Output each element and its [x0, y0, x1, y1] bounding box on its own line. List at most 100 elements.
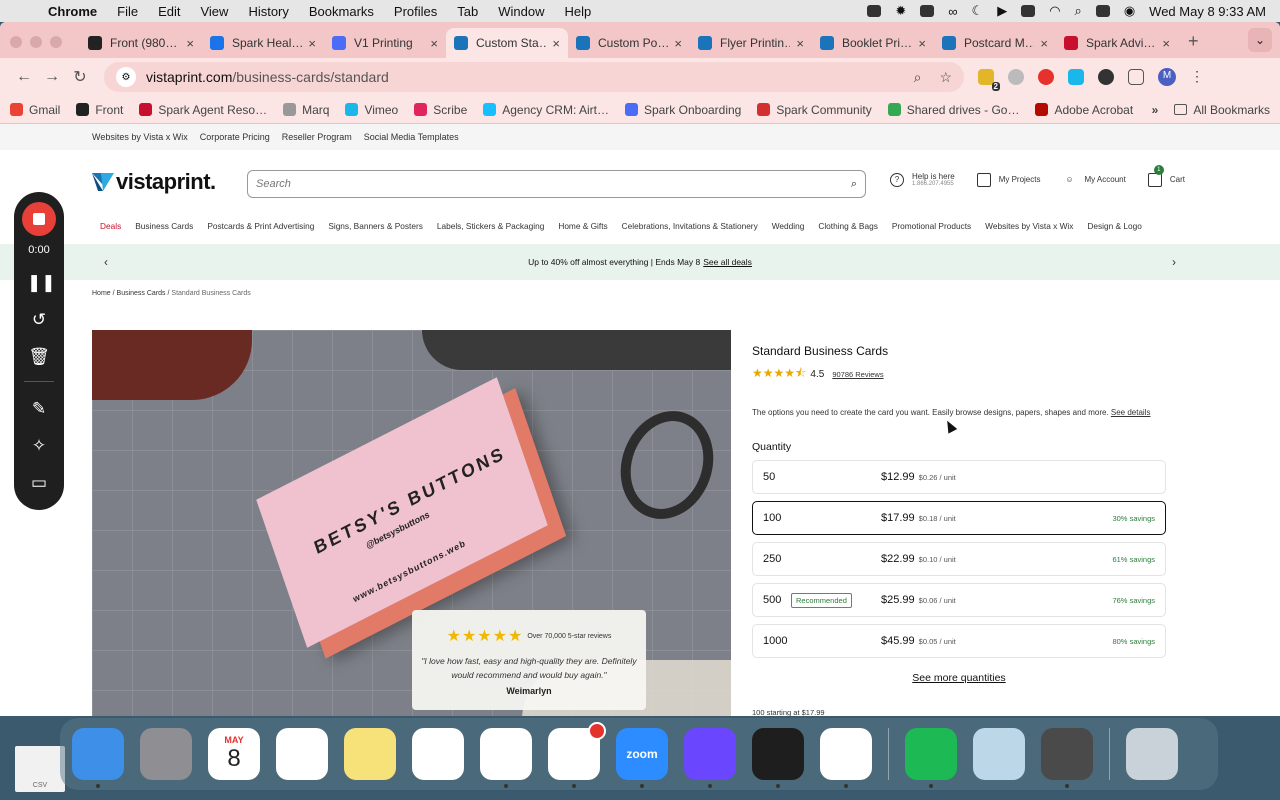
bookmark-item[interactable]: Shared drives - Go…	[887, 103, 1019, 117]
chrome-icon[interactable]	[480, 728, 532, 788]
tab-close-icon[interactable]: ×	[186, 36, 194, 51]
my-projects-link[interactable]: My Projects	[976, 172, 1040, 187]
browser-tab[interactable]: Front (980… ×	[80, 28, 202, 58]
desktop-csv-file[interactable]: CSV	[15, 746, 65, 792]
siri-icon[interactable]: ◉	[1124, 3, 1135, 19]
sparkle-effects-icon[interactable]: ✧	[27, 436, 51, 456]
status-app-icon[interactable]	[867, 5, 882, 17]
gear-status-icon[interactable]: ✹	[895, 3, 906, 19]
cart-link[interactable]: 1 Cart	[1147, 164, 1185, 187]
see-all-deals-link[interactable]: See all deals	[703, 257, 752, 267]
extension-dark-icon[interactable]	[1098, 69, 1114, 85]
reviews-link[interactable]: 90786 Reviews	[832, 370, 883, 379]
bookmark-item[interactable]: Agency CRM: Airt…	[483, 103, 609, 117]
calendar-icon[interactable]: MAY 8	[208, 728, 260, 780]
tab-close-icon[interactable]: ×	[796, 36, 804, 51]
see-more-quantities-link[interactable]: See more quantities	[752, 672, 1166, 684]
extension-grey-icon[interactable]	[1008, 69, 1024, 85]
new-tab-button[interactable]: +	[1188, 31, 1199, 52]
search-input[interactable]: Search ⌕	[247, 170, 866, 198]
pen-icon[interactable]: ✎	[27, 399, 51, 419]
quantity-option[interactable]: 1000 $45.99 $0.05 / unit 80% savings	[752, 624, 1166, 658]
category-nav-item[interactable]: Design & Logo	[1087, 221, 1141, 231]
category-nav-item[interactable]: Clothing & Bags	[818, 221, 878, 231]
menu-history[interactable]: History	[248, 4, 288, 19]
menu-clock[interactable]: Wed May 8 9:33 AM	[1149, 4, 1266, 19]
category-nav-item[interactable]: Websites by Vista x Wix	[985, 221, 1073, 231]
quantity-option[interactable]: 100 $17.99 $0.18 / unit 30% savings	[752, 501, 1166, 535]
tab-close-icon[interactable]: ×	[430, 36, 438, 51]
chrome-menu-icon[interactable]: ⋮	[1190, 69, 1204, 85]
menu-help[interactable]: Help	[565, 4, 592, 19]
browser-tab[interactable]: Flyer Printin… ×	[690, 28, 812, 58]
minimize-window-button[interactable]	[30, 36, 42, 48]
camera-icon[interactable]: ▭	[27, 473, 51, 493]
trash-icon[interactable]	[1126, 728, 1178, 780]
category-nav-item[interactable]: Postcards & Print Advertising	[207, 221, 314, 231]
tab-close-icon[interactable]: ×	[918, 36, 926, 51]
tab-search-chevron-icon[interactable]: ⌄	[1248, 28, 1272, 52]
category-nav-item[interactable]: Celebrations, Invitations & Stationery	[622, 221, 758, 231]
bookmark-item[interactable]: Scribe	[414, 103, 467, 117]
breadcrumb-business-cards[interactable]: Business Cards	[117, 290, 166, 297]
menu-app-name[interactable]: Chrome	[48, 4, 97, 19]
site-info-icon[interactable]: ⚙	[116, 67, 136, 87]
promo-prev-icon[interactable]: ‹	[104, 255, 108, 269]
utility-link-corporate[interactable]: Corporate Pricing	[200, 132, 270, 142]
profile-avatar[interactable]: M	[1158, 68, 1176, 86]
pause-icon[interactable]: ❚❚	[27, 273, 56, 293]
calculator-icon[interactable]	[1041, 728, 1093, 788]
bookmark-item[interactable]: Gmail	[10, 103, 60, 117]
breadcrumb-home[interactable]: Home	[92, 290, 111, 297]
promo-next-icon[interactable]: ›	[1172, 255, 1176, 269]
restart-icon[interactable]: ↺	[27, 310, 51, 330]
browser-tab[interactable]: Spark Advi… ×	[1056, 28, 1178, 58]
control-center-icon[interactable]	[1095, 5, 1110, 17]
preview-icon[interactable]	[973, 728, 1025, 780]
battery-icon[interactable]	[1021, 5, 1036, 17]
tab-close-icon[interactable]: ×	[1040, 36, 1048, 51]
back-arrow-icon[interactable]: ←	[10, 68, 38, 86]
tab-close-icon[interactable]: ×	[552, 36, 560, 51]
utility-link-social[interactable]: Social Media Templates	[364, 132, 459, 142]
category-nav-item[interactable]: Promotional Products	[892, 221, 971, 231]
trash-icon[interactable]: 🗑	[27, 347, 51, 367]
loom-icon[interactable]	[684, 728, 736, 788]
browser-tab[interactable]: Custom Sta… ×	[446, 28, 568, 58]
finder-icon[interactable]	[72, 728, 124, 788]
browser-tab[interactable]: Postcard M… ×	[934, 28, 1056, 58]
stop-recording-button[interactable]	[22, 202, 56, 236]
utility-link-reseller[interactable]: Reseller Program	[282, 132, 352, 142]
bookmark-item[interactable]: Front	[76, 103, 123, 117]
browser-tab[interactable]: Spark Heal… ×	[202, 28, 324, 58]
zoom-window-button[interactable]	[50, 36, 62, 48]
bookmark-item[interactable]: Spark Agent Reso…	[139, 103, 267, 117]
menu-tab[interactable]: Tab	[457, 4, 478, 19]
reminders-icon[interactable]	[276, 728, 328, 780]
help-link[interactable]: ? Help is here 1.866.207.4955	[890, 172, 955, 187]
tab-close-icon[interactable]: ×	[674, 36, 682, 51]
grammarly-icon[interactable]	[920, 5, 935, 17]
vistaprint-logo[interactable]: vistaprint.	[92, 169, 216, 195]
bookmark-item[interactable]: Vimeo	[345, 103, 398, 117]
tab-close-icon[interactable]: ×	[308, 36, 316, 51]
my-account-link[interactable]: ☺ My Account	[1062, 173, 1125, 187]
category-nav-item[interactable]: Signs, Banners & Posters	[328, 221, 423, 231]
wifi-icon[interactable]: ◠	[1049, 3, 1060, 19]
figma-icon[interactable]	[752, 728, 804, 788]
spotlight-search-icon[interactable]: ⌕	[1075, 3, 1082, 19]
category-nav-item[interactable]: Deals	[100, 221, 121, 231]
vimeo-extension-icon[interactable]	[1068, 69, 1084, 85]
category-nav-item[interactable]: Business Cards	[135, 221, 193, 231]
menu-view[interactable]: View	[200, 4, 228, 19]
close-window-button[interactable]	[10, 36, 22, 48]
bookmark-item[interactable]: Adobe Acrobat	[1035, 103, 1133, 117]
notes-icon[interactable]	[344, 728, 396, 780]
search-icon[interactable]: ⌕	[851, 178, 857, 191]
see-details-link[interactable]: See details	[1111, 408, 1151, 417]
bookmark-item[interactable]: Spark Onboarding	[624, 103, 741, 117]
zoom-magnifier-icon[interactable]: ⌕	[914, 69, 922, 86]
all-bookmarks-button[interactable]: All Bookmarks	[1174, 103, 1270, 117]
browser-tab[interactable]: Custom Po… ×	[568, 28, 690, 58]
zoom-icon[interactable]: zoom	[616, 728, 668, 788]
